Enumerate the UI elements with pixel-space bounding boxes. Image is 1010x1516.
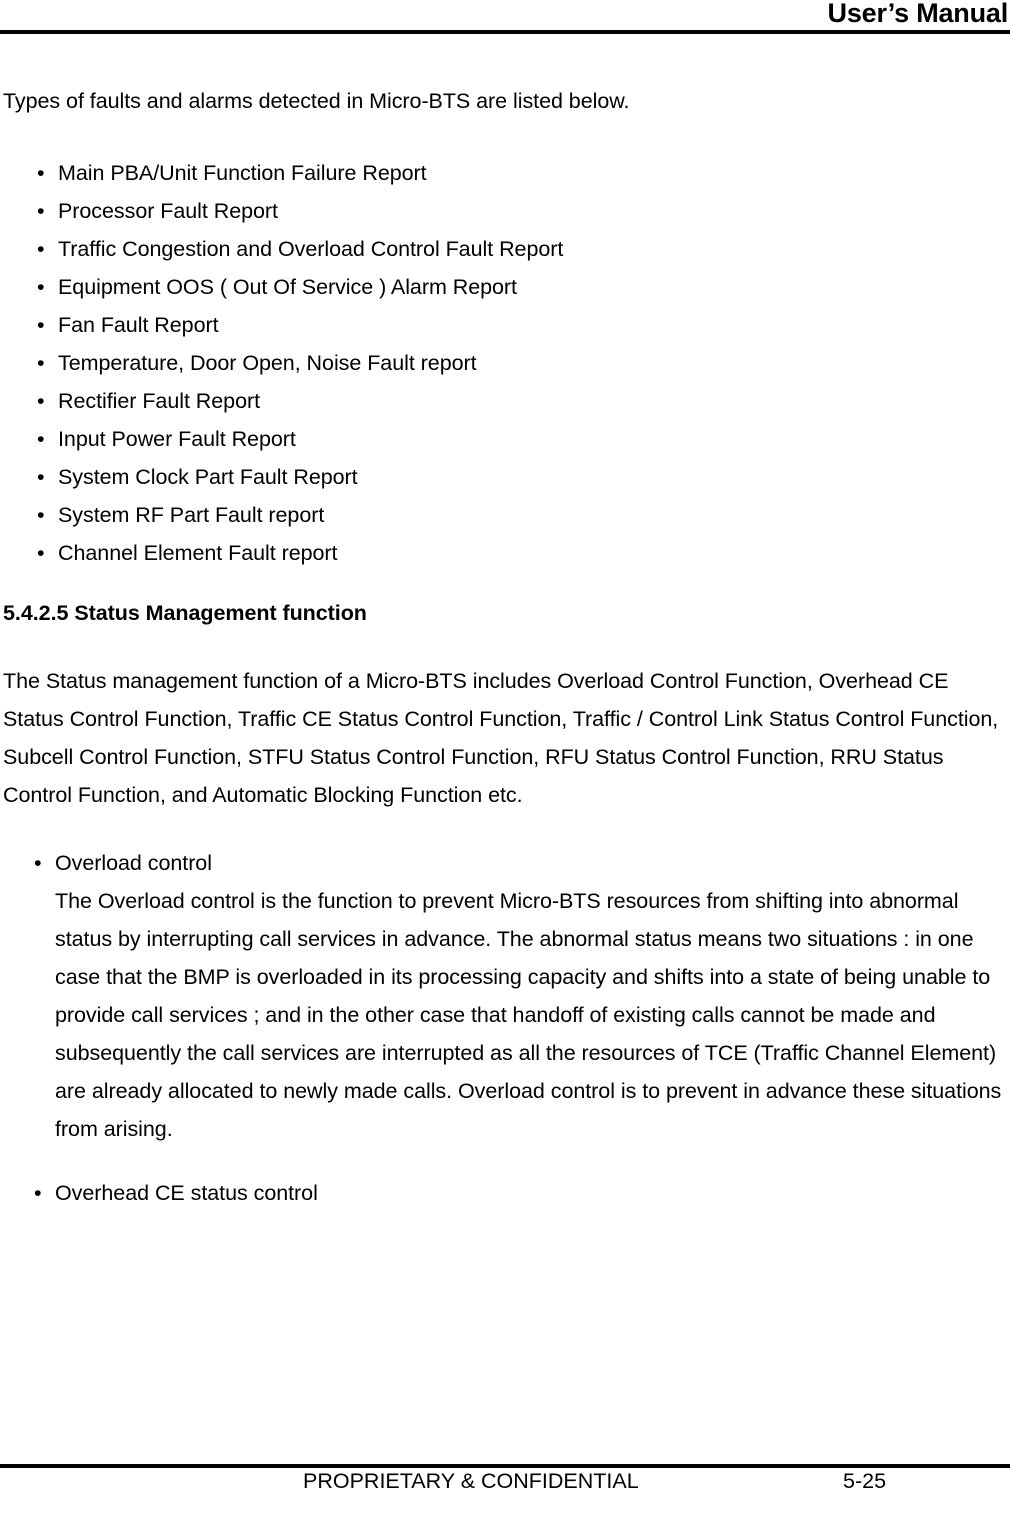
list-item: • Traffic Congestion and Overload Contro…	[3, 230, 1007, 268]
list-item-label: Input Power Fault Report	[58, 427, 296, 451]
list-item: • Channel Element Fault report	[3, 534, 1007, 572]
bullet-icon: •	[37, 275, 45, 299]
bullet-icon: •	[37, 541, 45, 565]
list-item-label: Temperature, Door Open, Noise Fault repo…	[58, 351, 477, 375]
footer-confidentiality-notice: PROPRIETARY & CONFIDENTIAL	[303, 1469, 639, 1493]
bullet-icon: •	[37, 313, 45, 337]
function-item-title: Overload control	[55, 851, 212, 875]
bullet-icon: •	[37, 389, 45, 413]
function-item-overhead-ce-status-control: • Overhead CE status control	[3, 1174, 1007, 1212]
list-item-label: Equipment OOS ( Out Of Service ) Alarm R…	[58, 275, 517, 299]
list-item: • Processor Fault Report	[3, 192, 1007, 230]
list-item-label: Main PBA/Unit Function Failure Report	[58, 161, 427, 185]
bullet-icon: •	[37, 199, 45, 223]
list-item: • Input Power Fault Report	[3, 420, 1007, 458]
list-item-label: Channel Element Fault report	[58, 541, 338, 565]
bullet-icon: •	[37, 427, 45, 451]
list-item-label: Traffic Congestion and Overload Control …	[58, 237, 564, 261]
page-content: Types of faults and alarms detected in M…	[3, 82, 1007, 1212]
list-item: • Equipment OOS ( Out Of Service ) Alarm…	[3, 268, 1007, 306]
list-item-label: System Clock Part Fault Report	[58, 465, 358, 489]
intro-paragraph: Types of faults and alarms detected in M…	[3, 89, 630, 113]
list-item-label: System RF Part Fault report	[58, 503, 325, 527]
section-heading: 5.4.2.5 Status Management function	[3, 601, 367, 625]
header-title: User’s Manual	[827, 0, 1009, 28]
list-item-label: Fan Fault Report	[58, 313, 219, 337]
bullet-icon: •	[34, 1181, 42, 1205]
fault-types-list: • Main PBA/Unit Function Failure Report …	[3, 154, 1007, 572]
list-item: • Fan Fault Report	[3, 306, 1007, 344]
bullet-icon: •	[34, 851, 42, 875]
header-divider-rule	[0, 30, 1010, 34]
footer-page-number: 5-25	[843, 1469, 887, 1493]
section-intro-paragraph: The Status management function of a Micr…	[3, 669, 999, 807]
list-item: • Main PBA/Unit Function Failure Report	[3, 154, 1007, 192]
bullet-icon: •	[37, 503, 45, 527]
page-header: User’s Manual	[0, 0, 1010, 34]
document-page: User’s Manual Types of faults and alarms…	[0, 0, 1010, 1516]
list-item: • System Clock Part Fault Report	[3, 458, 1007, 496]
bullet-icon: •	[37, 351, 45, 375]
list-item: • Rectifier Fault Report	[3, 382, 1007, 420]
list-item: • Temperature, Door Open, Noise Fault re…	[3, 344, 1007, 382]
function-item-body: The Overload control is the function to …	[55, 889, 1002, 1141]
bullet-icon: •	[37, 161, 45, 185]
bullet-icon: •	[37, 465, 45, 489]
list-item-label: Rectifier Fault Report	[58, 389, 261, 413]
function-item-title: Overhead CE status control	[55, 1181, 318, 1205]
list-item-label: Processor Fault Report	[58, 199, 278, 223]
bullet-icon: •	[37, 237, 45, 261]
function-item-overload-control: • Overload control The Overload control …	[3, 844, 1007, 1148]
list-item: • System RF Part Fault report	[3, 496, 1007, 534]
page-footer: PROPRIETARY & CONFIDENTIAL 5-25	[0, 1464, 1010, 1516]
